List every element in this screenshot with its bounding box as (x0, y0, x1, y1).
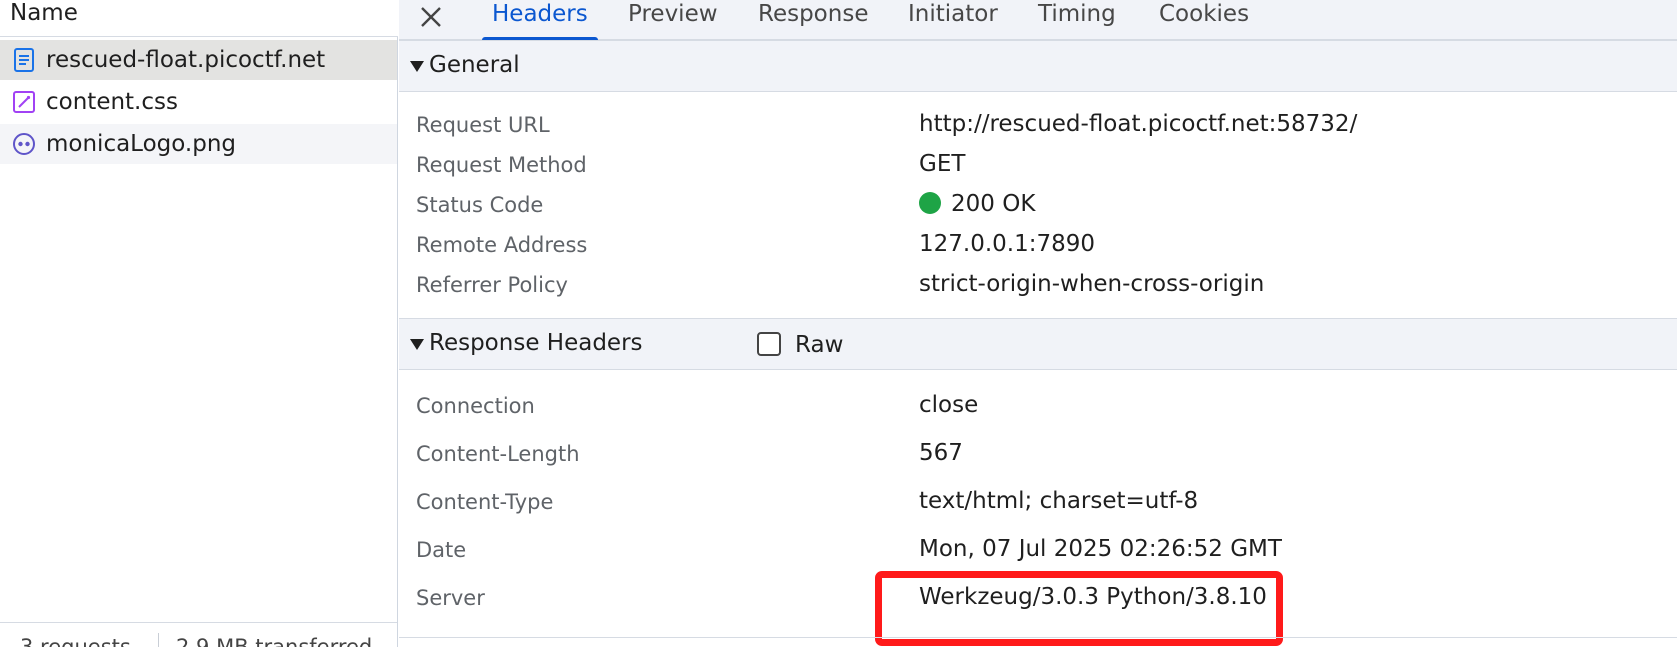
header-key: Content-Type (416, 490, 554, 514)
tab-response[interactable]: Response (758, 0, 868, 40)
request-row-label: content.css (46, 89, 178, 115)
header-value[interactable]: close (919, 392, 978, 418)
header-key: Server (416, 586, 485, 610)
raw-checkbox-label[interactable]: Raw (795, 332, 843, 358)
general-section-header[interactable]: General (399, 40, 1677, 92)
request-row-document[interactable]: rescued-float.picoctf.net (0, 40, 397, 80)
devtools-network-panel: Name rescued-float.picoctf.net content.c… (0, 0, 1677, 647)
name-column-header[interactable]: Name (0, 0, 398, 37)
summary-divider (158, 633, 159, 647)
header-key: Request Method (416, 153, 587, 177)
header-key: Status Code (416, 193, 544, 217)
collapse-triangle-icon (410, 339, 424, 350)
image-icon (10, 130, 38, 158)
document-icon (10, 46, 38, 74)
header-key: Remote Address (416, 233, 588, 257)
stylesheet-icon (10, 88, 38, 116)
response-headers-section-title: Response Headers (429, 330, 643, 356)
header-value[interactable]: http://rescued-float.picoctf.net:58732/ (919, 111, 1357, 137)
status-code-value[interactable]: 200 OK (919, 191, 1035, 217)
response-headers-section-header[interactable]: Response Headers Raw (399, 318, 1677, 370)
header-key: Referrer Policy (416, 273, 568, 297)
server-header-value[interactable]: Werkzeug/3.0.3 Python/3.8.10 (919, 584, 1267, 610)
request-row-label: rescued-float.picoctf.net (46, 47, 326, 73)
header-key: Connection (416, 394, 535, 418)
header-value[interactable]: Mon, 07 Jul 2025 02:26:52 GMT (919, 536, 1282, 562)
request-row-image[interactable]: monicaLogo.png (0, 124, 397, 164)
header-key: Date (416, 538, 467, 562)
header-key: Request URL (416, 113, 550, 137)
header-value[interactable]: 127.0.0.1:7890 (919, 231, 1095, 257)
tab-timing[interactable]: Timing (1038, 0, 1116, 40)
general-section-title: General (429, 52, 520, 78)
request-count: 3 requests (20, 635, 131, 647)
request-row-stylesheet[interactable]: content.css (0, 82, 397, 122)
name-column-label: Name (10, 0, 78, 26)
section-divider (399, 637, 1677, 638)
request-row-label: monicaLogo.png (46, 131, 237, 157)
header-value[interactable]: strict-origin-when-cross-origin (919, 271, 1264, 297)
header-value[interactable]: 567 (919, 440, 963, 466)
request-list: Name rescued-float.picoctf.net content.c… (0, 0, 398, 647)
transferred-size: 2.9 MB transferred (176, 635, 373, 647)
header-key: Content-Length (416, 442, 580, 466)
tab-initiator[interactable]: Initiator (908, 0, 998, 40)
header-value[interactable]: GET (919, 151, 965, 177)
network-summary-bar: 3 requests 2.9 MB transferred (0, 622, 397, 647)
header-value[interactable]: text/html; charset=utf-8 (919, 488, 1198, 514)
tab-headers[interactable]: Headers (482, 0, 598, 40)
headers-pane: General Request URL http://rescued-float… (399, 40, 1677, 647)
detail-tab-bar: Headers Preview Response Initiator Timin… (399, 0, 1677, 40)
collapse-triangle-icon (410, 61, 424, 72)
close-icon[interactable] (417, 3, 445, 31)
raw-checkbox[interactable] (757, 332, 781, 356)
status-code-text: 200 OK (951, 191, 1036, 217)
tab-preview[interactable]: Preview (628, 0, 718, 40)
tab-cookies[interactable]: Cookies (1159, 0, 1249, 40)
status-ok-dot-icon (919, 192, 941, 214)
